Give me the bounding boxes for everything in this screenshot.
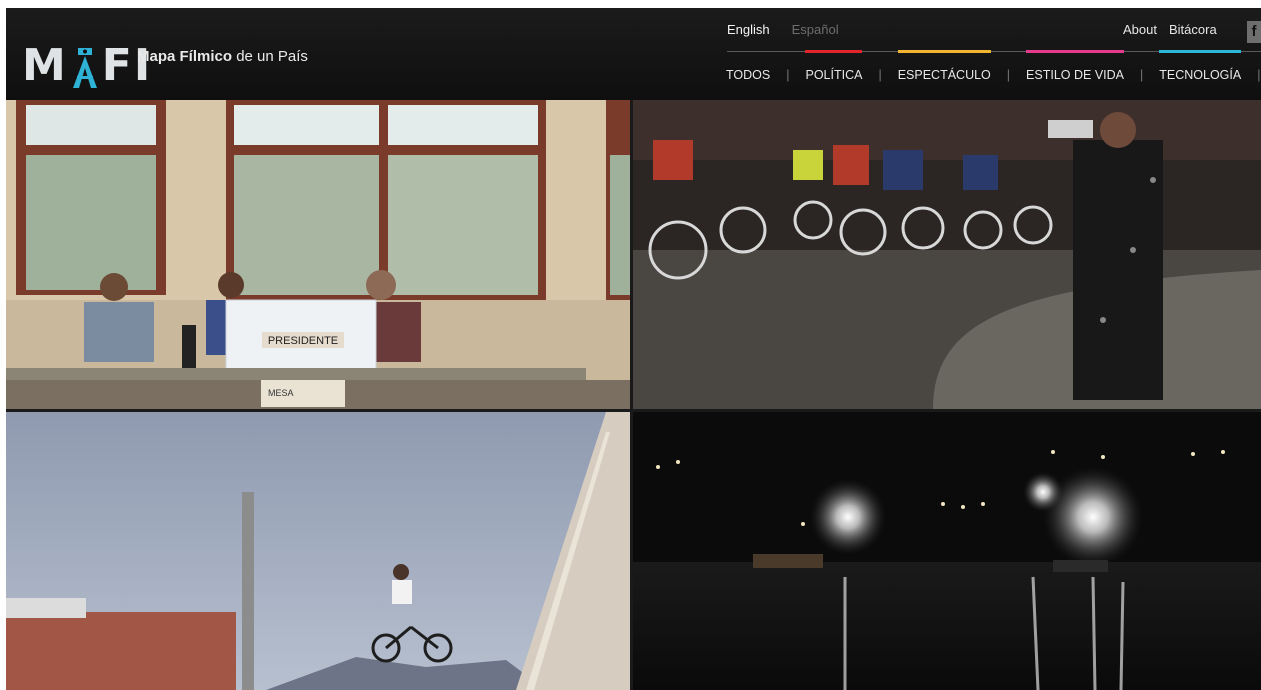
bmx-jump-photo — [6, 412, 630, 690]
facebook-icon[interactable]: f — [1247, 21, 1261, 43]
night-river-photo — [633, 412, 1261, 690]
nav-politica[interactable]: POLÍTICA — [805, 50, 863, 88]
blog-link[interactable]: Bitácora — [1169, 22, 1217, 37]
nav-espectaculo[interactable]: ESPECTÁCULO — [897, 50, 991, 88]
lang-espanol[interactable]: Español — [792, 22, 839, 37]
top-links: About Bitácora — [1123, 22, 1217, 37]
site-header: M FI Mapa Fílmico de un País English Esp… — [6, 8, 1261, 100]
nav-todos[interactable]: TODOS — [726, 62, 770, 88]
language-switcher: English Español — [727, 22, 839, 37]
night-river-tile[interactable] — [633, 412, 1261, 690]
night-cyclists-tile[interactable] — [633, 100, 1261, 409]
site-tagline: Mapa Fílmico de un País — [137, 48, 308, 65]
page-frame: M FI Mapa Fílmico de un País English Esp… — [6, 8, 1261, 690]
bmx-jump-tile[interactable] — [6, 412, 630, 690]
polling-station-photo: PRESIDENTE MESA — [6, 100, 630, 409]
nav-tecnologia[interactable]: TECNOLOGÍA — [1159, 50, 1242, 88]
category-nav: TODOS | POLÍTICA | ESPECTÁCULO | ESTILO … — [726, 50, 1261, 88]
ballot-box-label: PRESIDENTE — [268, 335, 338, 347]
mafi-logo[interactable]: M FI — [22, 18, 152, 88]
about-link[interactable]: About — [1123, 22, 1157, 37]
nav-estilo-de-vida[interactable]: ESTILO DE VIDA — [1026, 50, 1124, 88]
camera-tripod-icon — [72, 48, 97, 88]
table-sign: MESA — [268, 388, 294, 398]
polling-station-tile[interactable]: PRESIDENTE MESA — [6, 100, 630, 409]
night-cyclists-photo — [633, 100, 1261, 409]
lang-english[interactable]: English — [727, 22, 770, 37]
